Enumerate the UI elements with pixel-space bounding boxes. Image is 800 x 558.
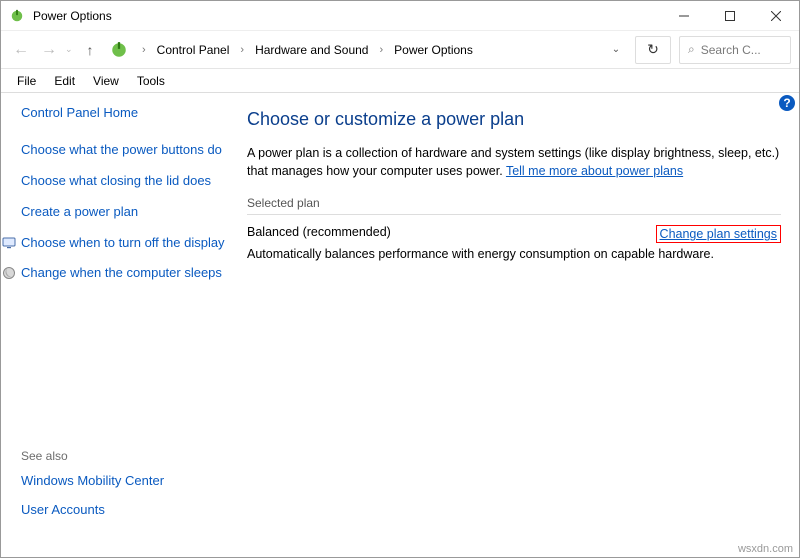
chevron-right-icon[interactable]: › <box>235 44 249 56</box>
minimize-button[interactable] <box>661 1 707 30</box>
menu-bar: File Edit View Tools <box>1 69 799 93</box>
change-plan-settings-link[interactable]: Change plan settings <box>656 225 781 243</box>
tell-me-more-link[interactable]: Tell me more about power plans <box>506 164 683 178</box>
moon-icon <box>1 265 17 281</box>
plan-name: Balanced (recommended) <box>247 225 391 243</box>
help-icon[interactable]: ? <box>779 95 795 111</box>
selected-plan-label: Selected plan <box>247 196 781 215</box>
title-bar: Power Options <box>1 1 799 31</box>
menu-tools[interactable]: Tools <box>129 72 173 90</box>
content-area: Control Panel Home Choose what the power… <box>1 93 799 547</box>
refresh-button[interactable]: ↻ <box>635 36 671 64</box>
address-dropdown[interactable]: ⌄ <box>605 44 627 55</box>
maximize-button[interactable] <box>707 1 753 30</box>
forward-button[interactable]: → <box>37 38 61 62</box>
up-button[interactable]: ↑ <box>79 38 101 62</box>
power-options-icon <box>109 40 129 60</box>
window-controls <box>661 1 799 30</box>
sidebar-create-plan[interactable]: Create a power plan <box>21 204 138 221</box>
breadcrumb-power-options[interactable]: Power Options <box>392 41 475 59</box>
sidebar-turn-off-display[interactable]: Choose when to turn off the display <box>21 235 225 252</box>
navigation-toolbar: ← → ⌄ ↑ › Control Panel › Hardware and S… <box>1 31 799 69</box>
recent-pages-dropdown[interactable]: ⌄ <box>65 44 75 55</box>
breadcrumb-control-panel[interactable]: Control Panel <box>155 41 232 59</box>
close-button[interactable] <box>753 1 799 30</box>
sidebar-closing-lid[interactable]: Choose what closing the lid does <box>21 173 211 190</box>
monitor-icon <box>1 235 17 251</box>
search-placeholder: Search C... <box>701 43 761 57</box>
app-icon <box>9 8 25 24</box>
page-description: A power plan is a collection of hardware… <box>247 144 781 180</box>
sidebar-user-accounts[interactable]: User Accounts <box>21 502 164 519</box>
selected-plan-section: Selected plan Balanced (recommended) Cha… <box>247 196 781 261</box>
window-title: Power Options <box>33 9 661 23</box>
plan-description: Automatically balances performance with … <box>247 247 781 261</box>
breadcrumb-hardware-sound[interactable]: Hardware and Sound <box>253 41 370 59</box>
sidebar-power-buttons[interactable]: Choose what the power buttons do <box>21 142 222 159</box>
chevron-right-icon[interactable]: › <box>374 44 388 56</box>
main-panel: ? Choose or customize a power plan A pow… <box>233 93 799 547</box>
sidebar-computer-sleeps[interactable]: Change when the computer sleeps <box>21 265 222 282</box>
breadcrumb: › Control Panel › Hardware and Sound › P… <box>133 41 601 59</box>
back-button[interactable]: ← <box>9 38 33 62</box>
sidebar-control-panel-home[interactable]: Control Panel Home <box>21 105 138 122</box>
see-also-label: See also <box>21 449 164 463</box>
sidebar: Control Panel Home Choose what the power… <box>1 93 233 547</box>
search-input[interactable]: ⌕ Search C... <box>679 36 791 64</box>
chevron-right-icon[interactable]: › <box>137 44 151 56</box>
watermark: wsxdn.com <box>738 543 793 555</box>
page-title: Choose or customize a power plan <box>247 109 781 130</box>
menu-file[interactable]: File <box>9 72 44 90</box>
menu-view[interactable]: View <box>85 72 127 90</box>
menu-edit[interactable]: Edit <box>46 72 83 90</box>
search-icon: ⌕ <box>688 42 695 57</box>
sidebar-mobility-center[interactable]: Windows Mobility Center <box>21 473 164 490</box>
